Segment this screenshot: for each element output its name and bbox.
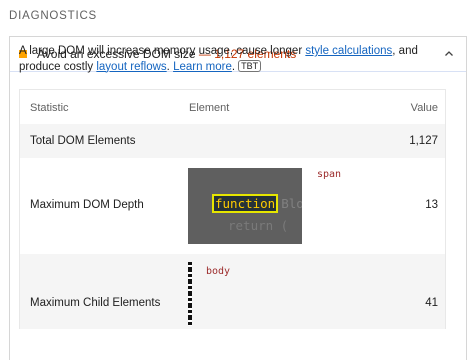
header-statistic: Statistic (30, 102, 69, 114)
snippet-code-line: function Blo (212, 194, 302, 213)
row-statistic: Maximum DOM Depth (30, 199, 144, 211)
header-value: Value (410, 102, 438, 114)
table-row: Total DOM Elements 1,127 (20, 124, 445, 158)
audit-description: A large DOM will increase memory usage, … (19, 44, 444, 75)
node-tag-span[interactable]: span (317, 169, 341, 180)
learn-more-link[interactable]: Learn more (173, 61, 232, 73)
tbt-metric-badge: TBT (238, 59, 262, 72)
row-statistic: Total DOM Elements (30, 135, 136, 147)
style-calculations-link[interactable]: style calculations (305, 45, 392, 57)
snippet-faded-text: Blo (281, 196, 302, 211)
highlighted-node: function (212, 194, 279, 213)
section-title: DIAGNOSTICS (9, 10, 98, 22)
lighthouse-report: DIAGNOSTICS Avoid an excessive DOM size … (0, 0, 474, 360)
node-tag-body[interactable]: body (206, 266, 230, 277)
element-screenshot[interactable] (188, 262, 192, 326)
chevron-up-icon[interactable] (444, 49, 454, 59)
snippet-code-line: return ( (228, 218, 289, 233)
description-text: A large DOM will increase memory usage, … (19, 45, 306, 57)
table-row: Maximum DOM Depth function Blo return ( s… (20, 158, 445, 254)
element-screenshot[interactable]: function Blo return ( (188, 168, 302, 244)
row-value: 41 (425, 297, 438, 309)
row-value: 13 (425, 199, 438, 211)
row-statistic: Maximum Child Elements (30, 297, 161, 309)
dom-statistics-table: Statistic Element Value Total DOM Elemen… (19, 89, 446, 329)
header-element: Element (189, 102, 230, 114)
description-text: . (231, 60, 236, 73)
row-value: 1,127 (409, 135, 438, 147)
layout-reflows-link[interactable]: layout reflows (96, 61, 166, 73)
table-header: Statistic Element Value (20, 90, 445, 124)
table-row: body Maximum Child Elements 41 (20, 254, 445, 329)
